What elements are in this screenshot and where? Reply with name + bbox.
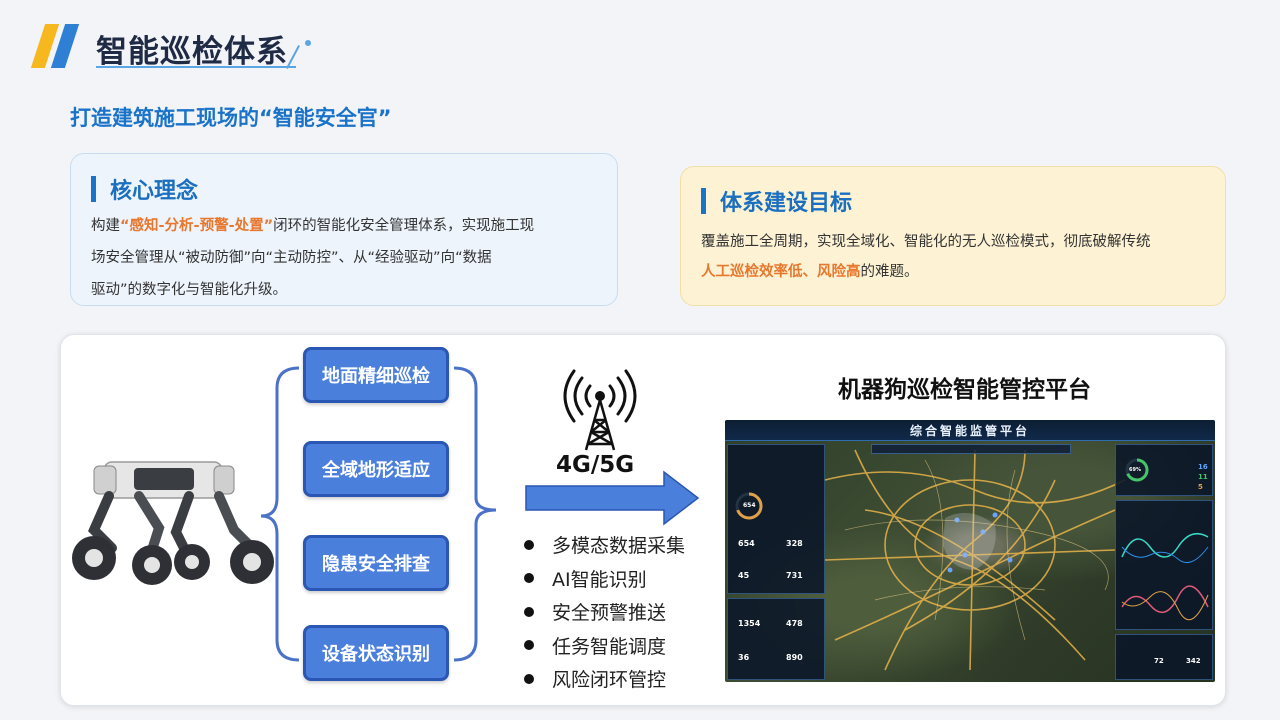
goal-text-line1: 覆盖施工全周期，实现全域化、智能化的无人巡检模式，彻底破解传统 <box>701 234 1151 250</box>
page-title: 智能巡检体系 <box>96 34 288 70</box>
feature-label: 任务智能调度 <box>552 635 667 658</box>
function-equipment-status-button[interactable]: 设备状态识别 <box>303 625 449 681</box>
core-concept-bar <box>91 176 96 202</box>
stat-value: 328 <box>786 539 803 548</box>
feature-item: 多模态数据采集 <box>524 528 685 562</box>
feature-label: AI智能识别 <box>552 568 647 591</box>
core-text-post: 闭环的智能化安全管理体系，实现施工现 <box>273 218 535 234</box>
system-goal-header: 体系建设目标 <box>701 185 852 217</box>
dashboard-left-panel-top: 654 654 328 45 731 <box>727 444 825 594</box>
feature-label: 风险闭环管控 <box>552 669 667 692</box>
system-goal-title: 体系建设目标 <box>720 191 853 216</box>
robot-dog-image <box>72 461 274 585</box>
left-bracket <box>260 366 300 662</box>
stat-value: 342 <box>1186 657 1201 665</box>
core-text-line2: 场安全管理从“被动防御”向“主动防控”、从“经验驱动”向“数据 <box>91 250 492 266</box>
platform-title: 机器狗巡检智能管控平台 <box>838 377 1091 403</box>
goal-text-highlight: 人工巡检效率低、风险高 <box>701 264 861 280</box>
feature-label: 安全预警推送 <box>552 602 667 625</box>
bullet-icon <box>524 640 534 651</box>
stat-value: 890 <box>786 653 803 662</box>
core-text-pre: 构建 <box>91 218 120 234</box>
system-goal-bar <box>701 188 706 214</box>
dashboard-filter-tabs[interactable] <box>871 444 1071 454</box>
dashboard-right-panel-bottom: 72 342 <box>1115 634 1213 680</box>
dashboard-left-panel-bottom: 1354 478 36 890 <box>727 598 825 680</box>
dashboard-screenshot[interactable]: 综合智能监管平台 654 654 328 45 731 1354 478 36 … <box>725 420 1215 682</box>
system-goal-card: 体系建设目标 覆盖施工全周期，实现全域化、智能化的无人巡检模式，彻底破解传统 人… <box>680 166 1226 306</box>
signal-tower-icon <box>563 369 637 451</box>
feature-label: 多模态数据采集 <box>552 535 686 558</box>
stat-value: 36 <box>738 653 750 662</box>
core-text-highlight: “感知-分析-预警-处置” <box>120 218 274 234</box>
stat-value: 16 <box>1198 463 1208 471</box>
right-bracket <box>453 366 497 662</box>
stat-value: 5 <box>1198 483 1203 491</box>
function-terrain-adaptation-button[interactable]: 全域地形适应 <box>303 441 449 497</box>
feature-item: AI智能识别 <box>524 562 685 596</box>
stat-value: 72 <box>1154 657 1164 665</box>
feature-list: 多模态数据采集 AI智能识别 安全预警推送 任务智能调度 风险闭环管控 <box>524 528 685 696</box>
bullet-icon <box>524 573 534 584</box>
trend-chart <box>1121 532 1209 621</box>
stat-value: 1354 <box>738 619 761 628</box>
core-concept-text: 构建“感知-分析-预警-处置”闭环的智能化安全管理体系，实现施工现 场安全管理从… <box>91 210 606 306</box>
core-concept-header: 核心理念 <box>91 173 198 205</box>
page-subtitle: 打造建筑施工现场的“智能安全官” <box>70 106 392 130</box>
dashboard-right-panel-top: 69% 16 11 5 <box>1115 444 1213 496</box>
goal-text-post: 的难题。 <box>860 264 919 280</box>
feature-item: 安全预警推送 <box>524 595 685 629</box>
feature-item: 任务智能调度 <box>524 629 685 663</box>
gauge-value: 654 <box>743 502 756 509</box>
bullet-icon <box>524 539 534 550</box>
progress-percent: 69% <box>1129 467 1141 473</box>
function-ground-inspection-button[interactable]: 地面精细巡检 <box>303 347 449 403</box>
dashboard-topbar: 综合智能监管平台 <box>725 420 1215 441</box>
feature-item: 风险闭环管控 <box>524 662 685 696</box>
stat-value: 654 <box>738 539 755 548</box>
stat-value: 478 <box>786 619 803 628</box>
core-concept-card: 核心理念 构建“感知-分析-预警-处置”闭环的智能化安全管理体系，实现施工现 场… <box>70 153 618 306</box>
right-arrow-icon <box>525 470 700 526</box>
dashboard-title: 综合智能监管平台 <box>909 424 1030 438</box>
stat-value: 731 <box>786 571 803 580</box>
bullet-icon <box>524 606 534 617</box>
title-underline-dot <box>305 40 311 46</box>
stat-value: 45 <box>738 571 750 580</box>
dashboard-right-panel-charts <box>1115 500 1213 630</box>
function-hazard-check-button[interactable]: 隐患安全排查 <box>303 535 449 591</box>
core-concept-title: 核心理念 <box>110 179 199 204</box>
stat-value: 11 <box>1198 473 1208 481</box>
title-underline <box>96 66 296 68</box>
system-goal-text: 覆盖施工全周期，实现全域化、智能化的无人巡检模式，彻底破解传统 人工巡检效率低、… <box>701 227 1211 287</box>
core-text-line3: 驱动”的数字化与智能化升级。 <box>91 282 288 298</box>
bullet-icon <box>524 673 534 684</box>
